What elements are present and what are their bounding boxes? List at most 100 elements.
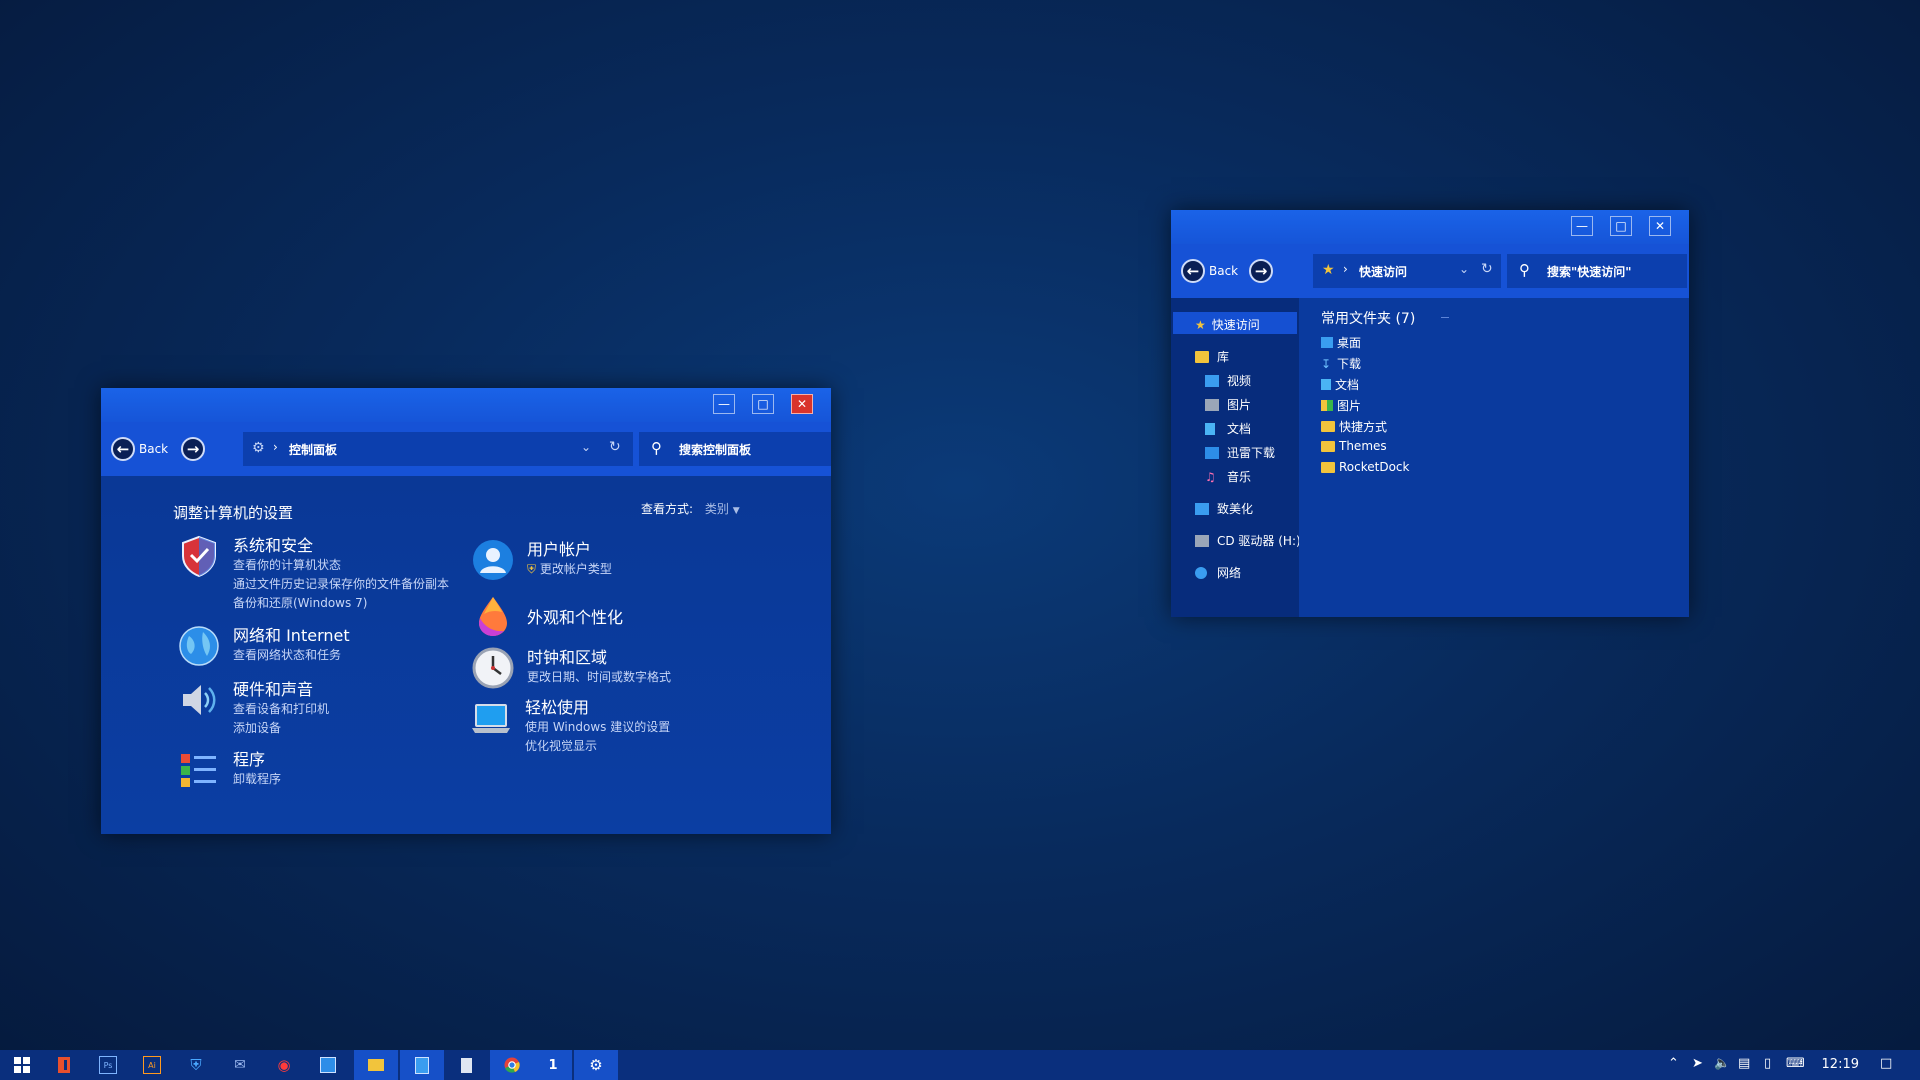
close-button[interactable]: ✕ <box>1649 216 1671 236</box>
keyboard-icon[interactable]: ⌨ <box>1786 1056 1805 1071</box>
taskbar-security[interactable]: ⛨ <box>174 1050 218 1080</box>
title-bar[interactable]: — □ ✕ <box>101 388 831 422</box>
search-box[interactable]: ⚲ 搜索"快速访问" <box>1507 254 1687 288</box>
nav-music[interactable]: ♫ 音乐 <box>1205 468 1251 485</box>
category-link[interactable]: 卸载程序 <box>233 770 281 787</box>
category-link[interactable]: 优化视觉显示 <box>525 737 597 754</box>
address-bar[interactable]: ⚙ › 控制面板 ⌄ ↻ <box>243 432 633 466</box>
category-ease-of-access[interactable]: 轻松使用 使用 Windows 建议的设置 优化视觉显示 <box>469 694 719 753</box>
category-title[interactable]: 系统和安全 <box>233 532 313 556</box>
category-title[interactable]: 用户帐户 <box>527 536 591 560</box>
nav-label[interactable]: 文档 <box>1227 420 1251 437</box>
nav-label[interactable]: 视频 <box>1227 372 1251 389</box>
taskbar-illustrator[interactable]: Ai <box>130 1050 174 1080</box>
category-network[interactable]: 网络和 Internet 查看网络状态和任务 <box>177 624 467 674</box>
nav-label[interactable]: 库 <box>1217 348 1229 365</box>
forward-button[interactable]: → <box>181 437 205 461</box>
nav-label[interactable]: 迅雷下载 <box>1227 444 1275 461</box>
clock[interactable]: 12:19 <box>1822 1057 1859 1072</box>
back-button[interactable]: ← <box>111 437 135 461</box>
folder-label[interactable]: Themes <box>1339 439 1387 453</box>
folder-label[interactable]: 桌面 <box>1337 334 1361 351</box>
folder-label[interactable]: 图片 <box>1337 397 1361 414</box>
caret-down-icon[interactable]: ▼ <box>733 506 740 516</box>
category-link[interactable]: 查看网络状态和任务 <box>233 646 341 663</box>
folder-item[interactable]: 图片 <box>1321 397 1361 414</box>
category-link[interactable]: ⛨ 更改帐户类型 <box>527 560 612 577</box>
folder-item[interactable]: ↧ 下载 <box>1321 355 1361 372</box>
usb-icon[interactable]: ▯ <box>1764 1056 1771 1071</box>
taskbar-chrome[interactable] <box>490 1050 534 1080</box>
category-clock-region[interactable]: 时钟和区域 更改日期、时间或数字格式 <box>471 646 721 690</box>
minimize-button[interactable]: — <box>713 394 735 414</box>
taskbar-notepad[interactable] <box>400 1050 444 1080</box>
category-title[interactable]: 程序 <box>233 746 265 770</box>
category-link[interactable]: 更改日期、时间或数字格式 <box>527 668 671 685</box>
category-appearance[interactable]: 外观和个性化 <box>471 594 721 638</box>
volume-icon[interactable]: 🔈 <box>1714 1056 1730 1071</box>
nav-network[interactable]: 网络 <box>1195 564 1241 581</box>
nav-label[interactable]: 致美化 <box>1217 500 1253 517</box>
nav-thunder-downloads[interactable]: 迅雷下载 <box>1205 444 1275 461</box>
taskbar-photos[interactable] <box>306 1050 350 1080</box>
category-link[interactable]: 备份和还原(Windows 7) <box>233 594 367 611</box>
section-title[interactable]: 常用文件夹 (7) <box>1321 308 1415 328</box>
category-link[interactable]: 查看设备和打印机 <box>233 700 329 717</box>
folder-label[interactable]: RocketDock <box>1339 460 1409 474</box>
show-hidden-icons-icon[interactable]: ⌃ <box>1668 1056 1679 1071</box>
search-placeholder[interactable]: 搜索控制面板 <box>679 441 751 458</box>
category-title[interactable]: 网络和 Internet <box>233 622 350 646</box>
category-link[interactable]: 查看你的计算机状态 <box>233 556 341 573</box>
nav-label[interactable]: CD 驱动器 (H:) <box>1217 532 1301 549</box>
category-title[interactable]: 外观和个性化 <box>527 604 623 628</box>
back-label[interactable]: Back <box>1209 264 1238 278</box>
nav-personalize[interactable]: 致美化 <box>1195 500 1253 517</box>
folder-label[interactable]: 快捷方式 <box>1339 418 1387 435</box>
taskbar-calculator[interactable] <box>444 1050 488 1080</box>
taskbar-mail[interactable]: ✉ <box>218 1050 262 1080</box>
folder-label[interactable]: 文档 <box>1335 376 1359 393</box>
taskbar-badge[interactable]: 1 <box>534 1050 572 1080</box>
close-button[interactable]: ✕ <box>791 394 813 414</box>
refresh-icon[interactable]: ↻ <box>1481 261 1493 277</box>
address-bar[interactable]: ★ › 快速访问 ⌄ ↻ <box>1313 254 1501 288</box>
title-bar[interactable]: — □ ✕ <box>1171 210 1689 244</box>
address-text[interactable]: 控制面板 <box>289 441 337 458</box>
chevron-down-icon[interactable]: ⌄ <box>581 440 591 454</box>
refresh-icon[interactable]: ↻ <box>609 439 621 455</box>
nav-cd-drive[interactable]: CD 驱动器 (H:) <box>1195 532 1301 549</box>
folder-item[interactable]: 文档 <box>1321 376 1359 393</box>
category-link-text[interactable]: 更改帐户类型 <box>540 562 612 576</box>
taskbar-office[interactable] <box>42 1050 86 1080</box>
notification-icon[interactable]: □ <box>1880 1056 1892 1071</box>
search-box[interactable]: ⚲ 搜索控制面板 <box>639 432 831 466</box>
category-title[interactable]: 轻松使用 <box>525 694 589 718</box>
maximize-button[interactable]: □ <box>752 394 774 414</box>
forward-button[interactable]: → <box>1249 259 1273 283</box>
start-button[interactable] <box>0 1050 44 1080</box>
maximize-button[interactable]: □ <box>1610 216 1632 236</box>
category-link[interactable]: 使用 Windows 建议的设置 <box>525 718 670 735</box>
nav-label[interactable]: 快速访问 <box>1212 316 1260 333</box>
back-button[interactable]: ← <box>1181 259 1205 283</box>
taskbar-settings[interactable]: ⚙ <box>574 1050 618 1080</box>
back-label[interactable]: Back <box>139 442 168 456</box>
nav-videos[interactable]: 视频 <box>1205 372 1251 389</box>
search-placeholder[interactable]: 搜索"快速访问" <box>1547 263 1632 280</box>
folder-item[interactable]: RocketDock <box>1321 460 1409 474</box>
category-programs[interactable]: 程序 卸载程序 <box>177 748 467 798</box>
nav-pictures[interactable]: 图片 <box>1205 396 1251 413</box>
category-link[interactable]: 通过文件历史记录保存你的文件备份副本 <box>233 575 449 592</box>
category-system-security[interactable]: 系统和安全 查看你的计算机状态 通过文件历史记录保存你的文件备份副本 备份和还原… <box>177 534 467 610</box>
chevron-down-icon[interactable]: ⌄ <box>1459 262 1469 276</box>
nav-label[interactable]: 图片 <box>1227 396 1251 413</box>
category-link[interactable]: 添加设备 <box>233 719 281 736</box>
address-text[interactable]: 快速访问 <box>1359 263 1407 280</box>
folder-item[interactable]: 快捷方式 <box>1321 418 1387 435</box>
folder-label[interactable]: 下载 <box>1337 355 1361 372</box>
folder-item[interactable]: Themes <box>1321 439 1387 453</box>
nav-quick-access[interactable]: ★ 快速访问 <box>1195 316 1260 333</box>
nav-label[interactable]: 音乐 <box>1227 468 1251 485</box>
category-title[interactable]: 时钟和区域 <box>527 644 607 668</box>
nav-library[interactable]: 库 <box>1195 348 1229 365</box>
